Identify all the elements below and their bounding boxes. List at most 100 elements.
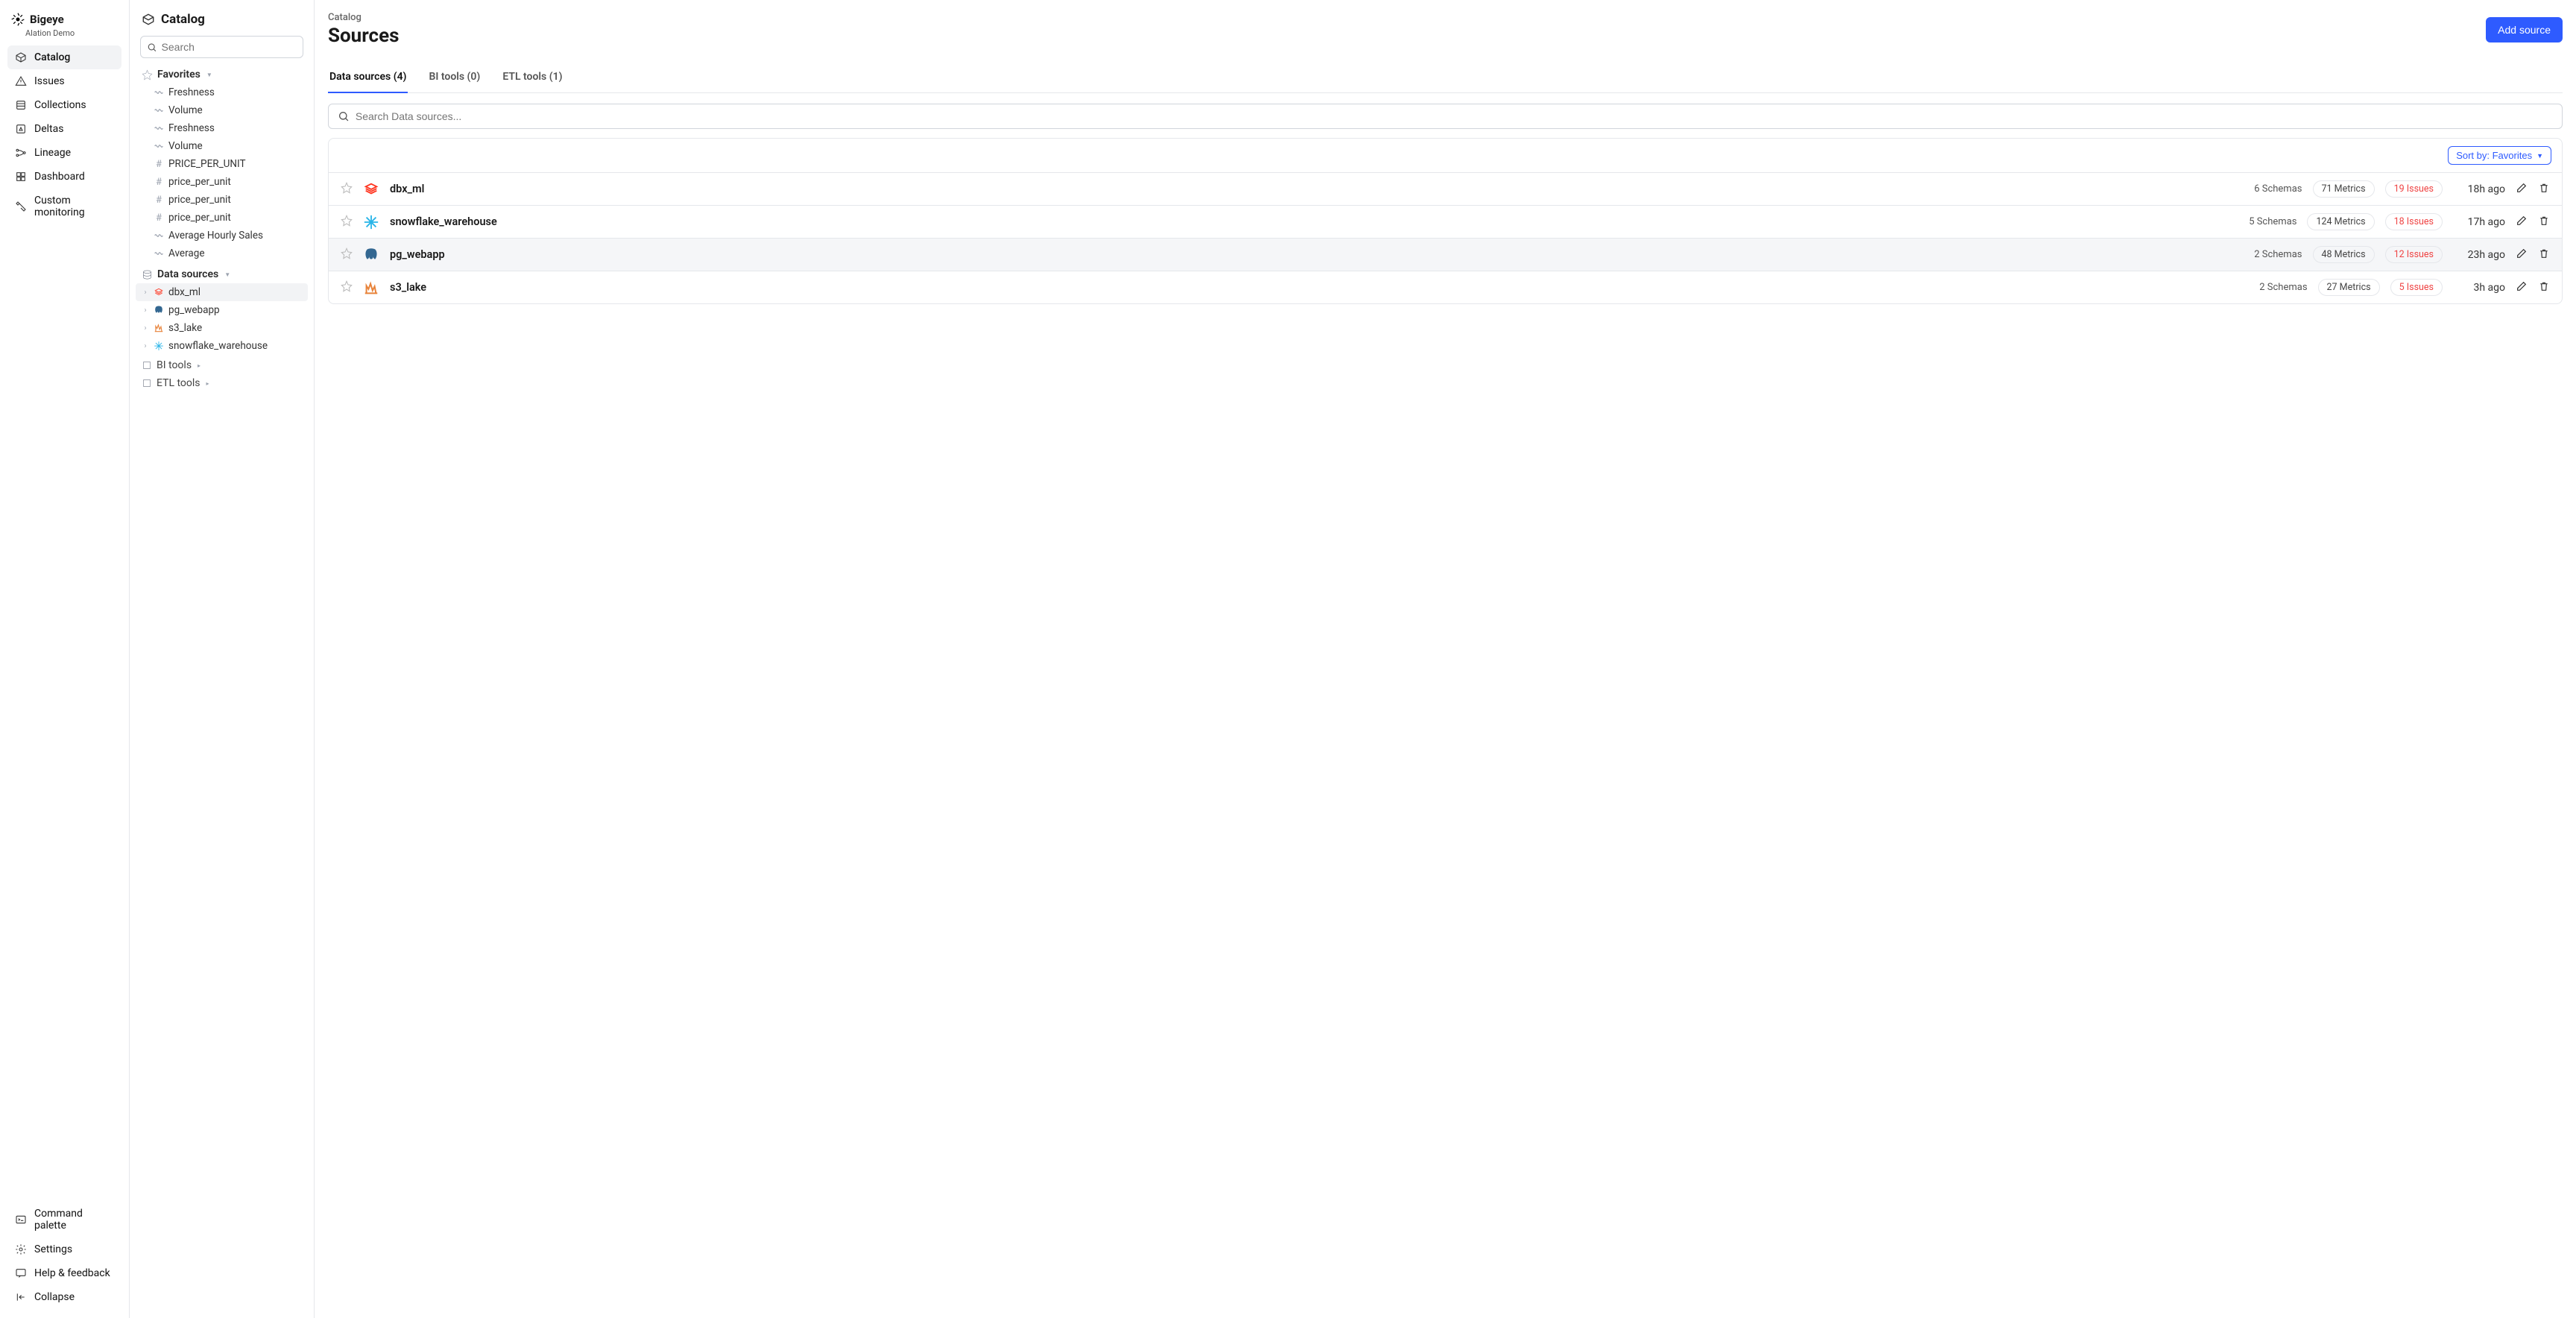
source-name: snowflake_warehouse [390,215,2226,228]
bi-tools-header[interactable]: BI tools ▸ [136,356,308,374]
delete-button[interactable] [2538,182,2550,197]
time-ago: 17h ago [2453,216,2505,228]
favorite-item[interactable]: #price_per_unit [136,209,308,227]
metrics-pill: 124 Metrics [2307,213,2374,230]
brand-name: Bigeye [30,13,64,26]
table-row[interactable]: s3_lake 2 Schemas 27 Metrics 5 Issues 3h… [329,271,2562,303]
sine-icon [154,248,164,259]
tools-icon [15,201,27,212]
chat-icon [15,1267,27,1279]
source-label: snowflake_warehouse [168,340,268,352]
source-tabs: Data sources (4) BI tools (0) ETL tools … [328,63,2563,93]
favorite-toggle[interactable] [341,215,353,230]
nav-settings[interactable]: Settings [7,1237,121,1261]
chevron-right-icon: › [142,306,149,315]
nav-command-palette[interactable]: Command palette [7,1202,121,1237]
favorite-item[interactable]: #price_per_unit [136,191,308,209]
caret-icon: ▸ [206,380,209,387]
favorite-item[interactable]: #PRICE_PER_UNIT [136,155,308,173]
edit-button[interactable] [2516,182,2528,197]
source-name: s3_lake [390,281,2238,294]
nav-issues[interactable]: Issues [7,69,121,93]
sine-icon [154,141,164,151]
schemas-count: 2 Schemas [2243,249,2302,260]
favorites-header[interactable]: Favorites ▼ [136,66,308,83]
favorite-item[interactable]: #price_per_unit [136,173,308,191]
time-ago: 3h ago [2453,282,2505,294]
favorite-item[interactable]: Freshness [136,119,308,137]
catalog-search-input[interactable] [162,41,297,53]
nav-custom-monitoring[interactable]: Custom monitoring [7,189,121,224]
caret-icon: ▼ [206,72,212,78]
gear-icon [15,1243,27,1255]
table-row[interactable]: snowflake_warehouse 5 Schemas 124 Metric… [329,206,2562,239]
nav-help[interactable]: Help & feedback [7,1261,121,1285]
issues-pill: 19 Issues [2385,180,2443,198]
nav-collections[interactable]: Collections [7,93,121,117]
sort-button[interactable]: Sort by: Favorites ▼ [2448,146,2551,165]
sort-label: Sort by: Favorites [2456,150,2532,161]
tab-bi-tools[interactable]: BI tools (0) [427,63,482,93]
nav-deltas[interactable]: Deltas [7,117,121,141]
chevron-right-icon: › [142,324,149,332]
delete-button[interactable] [2538,247,2550,262]
section-label: BI tools [157,359,192,371]
issues-pill: 5 Issues [2390,279,2443,296]
nav-label: Help & feedback [34,1267,110,1279]
favorite-toggle[interactable] [341,280,353,295]
nav-label: Catalog [34,51,70,63]
nav-dashboard[interactable]: Dashboard [7,165,121,189]
edit-button[interactable] [2516,280,2528,295]
metrics-pill: 27 Metrics [2318,279,2380,296]
edit-button[interactable] [2516,247,2528,262]
table-row[interactable]: pg_webapp 2 Schemas 48 Metrics 12 Issues… [329,239,2562,271]
add-source-button[interactable]: Add source [2486,17,2563,42]
nav-collapse[interactable]: Collapse [7,1285,121,1309]
nav-label: Custom monitoring [34,195,114,218]
nav-label: Settings [34,1243,72,1255]
nav-label: Deltas [34,123,63,135]
nav-label: Dashboard [34,171,85,183]
favorite-toggle[interactable] [341,247,353,262]
tree-source-pg-webapp[interactable]: › pg_webapp [136,301,308,319]
star-icon [142,69,153,81]
nav-main-list: Catalog Issues Collections Deltas Lineag… [0,45,129,224]
edit-button[interactable] [2516,215,2528,230]
tab-data-sources[interactable]: Data sources (4) [328,63,408,93]
grid-icon [15,171,27,183]
sine-icon [154,105,164,116]
favorite-toggle[interactable] [341,182,353,197]
tree-source-snowflake[interactable]: › snowflake_warehouse [136,337,308,355]
bi-icon [142,360,152,371]
tab-etl-tools[interactable]: ETL tools (1) [501,63,564,93]
databricks-icon [363,181,379,198]
favorite-item[interactable]: Average Hourly Sales [136,227,308,245]
item-label: Freshness [168,86,215,98]
favorite-item[interactable]: Volume [136,101,308,119]
favorite-item[interactable]: Volume [136,137,308,155]
brand-icon [10,12,25,27]
database-icon [142,269,153,280]
tree-source-s3-lake[interactable]: › s3_lake [136,319,308,337]
item-label: Volume [168,140,203,152]
catalog-tree: Favorites ▼ Freshness Volume Freshness V… [136,66,308,392]
nav-catalog[interactable]: Catalog [7,45,121,69]
catalog-search[interactable] [140,36,303,58]
nav-lineage[interactable]: Lineage [7,141,121,165]
nav-label: Lineage [34,147,71,159]
favorite-item[interactable]: Average [136,245,308,262]
main-content: Catalog Sources Add source Data sources … [315,0,2576,1318]
delete-button[interactable] [2538,215,2550,230]
sine-icon [154,123,164,133]
sources-search-input[interactable] [356,110,2553,122]
databricks-icon [154,287,164,297]
tree-source-dbx-ml[interactable]: › dbx_ml [136,283,308,301]
postgres-icon [363,247,379,263]
delete-button[interactable] [2538,280,2550,295]
etl-tools-header[interactable]: ETL tools ▸ [136,374,308,392]
sources-search[interactable] [328,104,2563,129]
table-row[interactable]: dbx_ml 6 Schemas 71 Metrics 19 Issues 18… [329,173,2562,206]
postgres-icon [154,305,164,315]
data-sources-header[interactable]: Data sources ▼ [136,265,308,283]
favorite-item[interactable]: Freshness [136,83,308,101]
